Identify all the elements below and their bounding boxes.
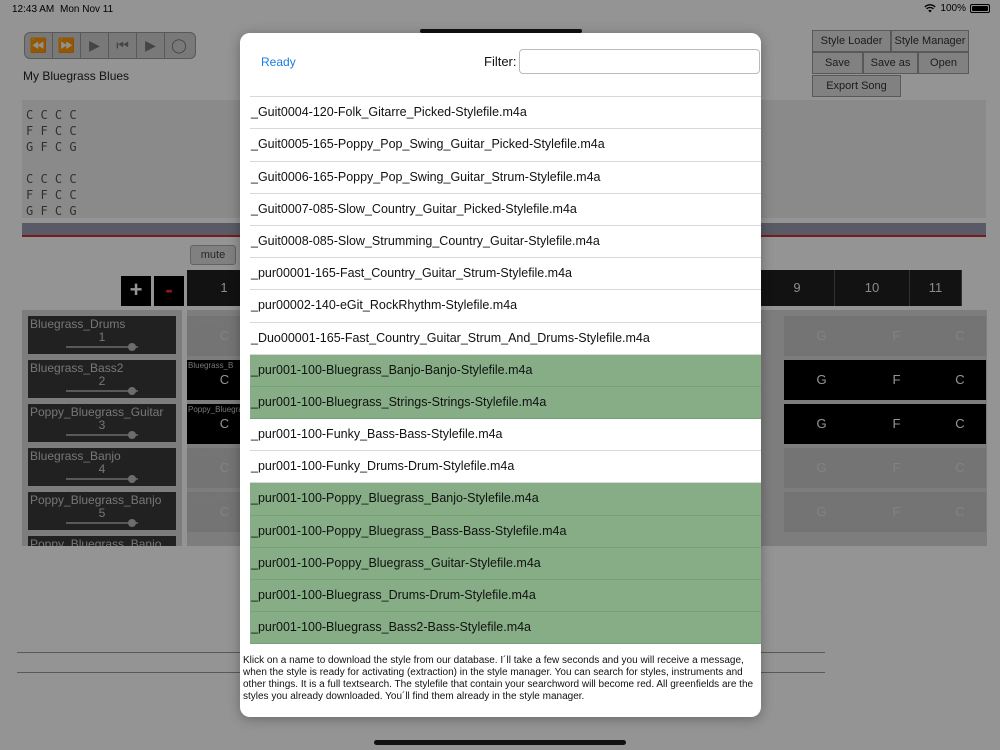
dialog-header: Ready Filter: bbox=[240, 33, 761, 89]
filter-label: Filter: bbox=[484, 54, 517, 69]
style-item[interactable]: _pur001-100-Funky_Drums-Drum-Stylefile.m… bbox=[250, 451, 761, 484]
style-item[interactable]: _Guit0004-120-Folk_Gitarre_Picked-Stylef… bbox=[250, 97, 761, 130]
style-item[interactable]: _pur00001-165-Fast_Country_Guitar_Strum-… bbox=[250, 258, 761, 291]
downloaded-style-item[interactable]: _pur001-100-Bluegrass_Bass2-Bass-Stylefi… bbox=[250, 612, 761, 645]
downloaded-style-item[interactable]: _pur001-100-Poppy_Bluegrass_Bass-Bass-St… bbox=[250, 515, 761, 548]
help-text: Klick on a name to download the style fr… bbox=[243, 655, 754, 702]
style-item[interactable]: _pur00002-140-eGit_RockRhythm-Stylefile.… bbox=[250, 290, 761, 323]
style-item[interactable]: _pur001-100-Funky_Bass-Bass-Stylefile.m4… bbox=[250, 419, 761, 452]
style-item[interactable]: _Guit0003-120-Folk_Guitar_Strum-Stylefil… bbox=[250, 89, 761, 98]
style-item[interactable]: _Guit0007-085-Slow_Country_Guitar_Picked… bbox=[250, 193, 761, 226]
downloaded-style-item[interactable]: _pur001-100-Poppy_Bluegrass_Banjo-Stylef… bbox=[250, 483, 761, 516]
status-label: Ready bbox=[261, 55, 296, 69]
style-file-list[interactable]: _Guit0003-120-Folk_Guitar_Strum-Stylefil… bbox=[250, 89, 761, 645]
home-indicator bbox=[374, 740, 626, 745]
style-item[interactable]: _Guit0006-165-Poppy_Pop_Swing_Guitar_Str… bbox=[250, 161, 761, 194]
style-item[interactable]: _Guit0005-165-Poppy_Pop_Swing_Guitar_Pic… bbox=[250, 129, 761, 162]
downloaded-style-item[interactable]: _pur001-100-Bluegrass_Banjo-Banjo-Stylef… bbox=[250, 354, 761, 387]
downloaded-style-item[interactable]: _pur001-100-Bluegrass_Drums-Drum-Stylefi… bbox=[250, 580, 761, 613]
downloaded-style-item[interactable]: _pur001-100-Bluegrass_Strings-Strings-St… bbox=[250, 386, 761, 420]
style-loader-dialog: Ready Filter: _Guit0003-120-Folk_Guitar_… bbox=[240, 33, 761, 717]
style-item[interactable]: _Guit0008-085-Slow_Strumming_Country_Gui… bbox=[250, 225, 761, 259]
filter-input[interactable] bbox=[519, 49, 760, 74]
style-item[interactable]: _Duo00001-165-Fast_Country_Guitar_Strum_… bbox=[250, 322, 761, 355]
downloaded-style-item[interactable]: _pur001-100-Poppy_Bluegrass_Guitar-Style… bbox=[250, 547, 761, 580]
